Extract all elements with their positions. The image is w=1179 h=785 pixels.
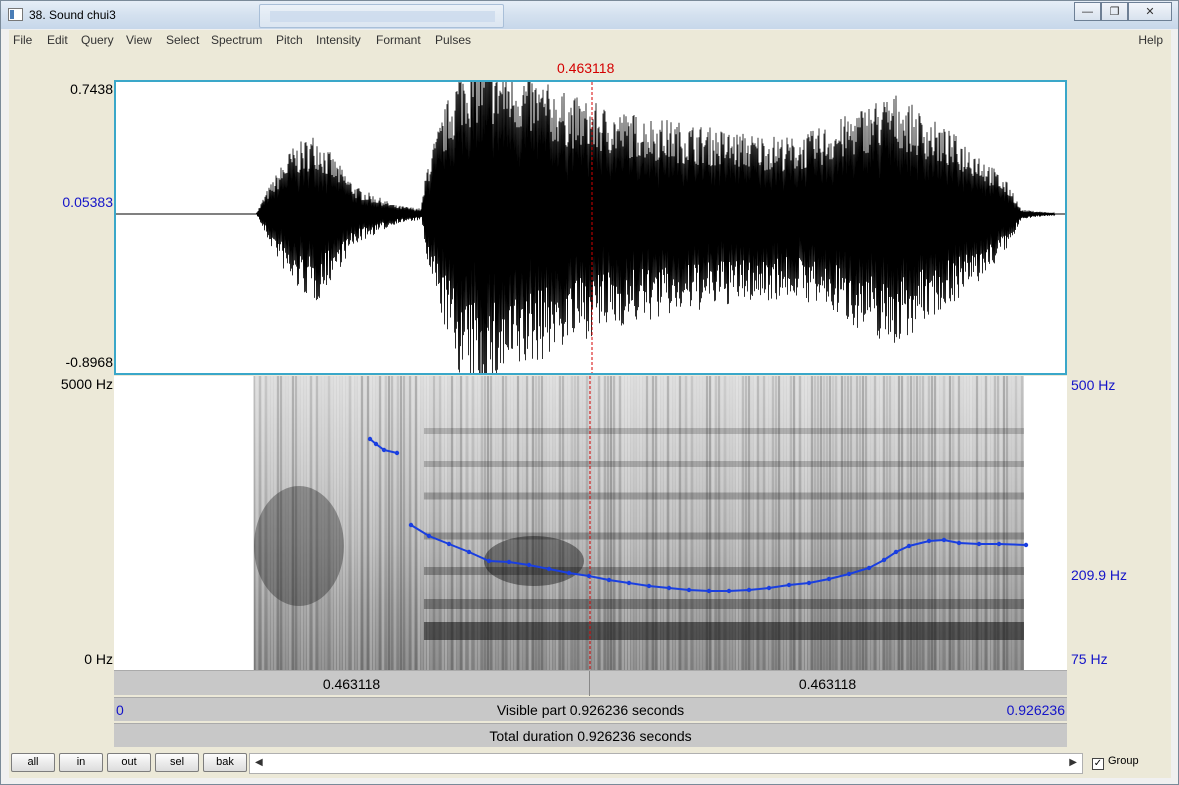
pitch-point [706,588,712,594]
restore-icon[interactable]: ❐ [1101,2,1128,21]
pitch-point [686,587,692,593]
control-strip: all in out sel bak ◀ ▶ ✓ Group [9,750,1171,778]
cursor-time-label: 0.463118 [557,60,615,76]
pitch-point [893,549,899,555]
pitch-point [526,562,532,568]
pitch-point [941,537,947,543]
waveform-plot [116,82,1065,373]
pitch-point [373,441,379,447]
pitch-point [976,541,982,547]
close-icon[interactable]: ✕ [1128,2,1172,21]
pitch-point [466,549,472,555]
formant-band [424,599,1024,609]
app-icon [8,8,23,21]
menu-bar: File Edit Query View Select Spectrum Pit… [9,30,1171,50]
pitch-point [726,588,732,594]
menu-edit[interactable]: Edit [47,33,68,47]
visible-part-label: Visible part 0.926236 seconds [496,702,685,718]
waveform-ycursor-label: 0.05383 [62,194,113,210]
menu-file[interactable]: File [13,33,32,47]
fricative-energy [254,486,344,606]
minimize-icon[interactable]: — [1074,2,1101,21]
zoom-back-button[interactable]: bak [203,753,247,772]
formant-band [424,428,1024,434]
spectrogram-plot [253,376,1029,670]
pitch-point [566,570,572,576]
pitch-point [746,587,752,593]
pitch-point [666,585,672,591]
menu-intensity[interactable]: Intensity [316,33,361,47]
background-window-ghost [259,4,504,28]
pitch-point [906,543,912,549]
menu-view[interactable]: View [126,33,152,47]
pitch-point [486,558,492,564]
menu-pitch[interactable]: Pitch [276,33,303,47]
pitch-point [586,573,592,579]
waveform-ymax-label: 0.7438 [70,81,113,97]
cursor-time-bar[interactable]: 0.463118 0.463118 [114,670,1067,696]
formant-band [424,461,1024,467]
checkmark-icon[interactable]: ✓ [1092,758,1104,770]
title-bar[interactable]: 38. Sound chui3 — ❐ ✕ [1,1,1178,29]
pitch-point [646,583,652,589]
menu-select[interactable]: Select [166,33,199,47]
time-scrollbar[interactable]: ◀ ▶ [249,753,1083,774]
group-label: Group [1108,755,1139,767]
spectrogram-freq-bottom-label: 0 Hz [84,651,113,667]
pitch-point [996,541,1002,547]
pitch-bottom-label: 75 Hz [1071,651,1108,667]
formant-band [424,622,1024,640]
zoom-out-button[interactable]: out [107,753,151,772]
pitch-point [826,576,832,582]
spectrogram-panel[interactable] [114,376,1067,670]
formant-band [424,492,1024,500]
pitch-point [806,580,812,586]
menu-spectrum[interactable]: Spectrum [211,33,262,47]
menu-formant[interactable]: Formant [376,33,421,47]
pitch-point [846,571,852,577]
chevron-left-icon[interactable]: ◀ [255,757,263,768]
pitch-point [506,559,512,565]
zoom-in-button[interactable]: in [59,753,103,772]
pitch-point [786,582,792,588]
pitch-mid-label: 209.9 Hz [1071,567,1128,583]
pitch-point [446,541,452,547]
spectrogram-freq-top-label: 5000 Hz [60,376,113,392]
pitch-point [866,565,872,571]
visible-part-bar[interactable]: 0 Visible part 0.926236 seconds 0.926236 [114,697,1067,721]
right-segment-duration[interactable]: 0.463118 [590,676,1065,692]
zoom-all-button[interactable]: all [11,753,55,772]
pitch-point [394,450,400,456]
menu-pulses[interactable]: Pulses [435,33,471,47]
total-duration-bar[interactable]: Total duration 0.926236 seconds [114,723,1067,747]
waveform-panel[interactable] [114,80,1067,375]
pitch-point [426,533,432,539]
menu-query[interactable]: Query [81,33,114,47]
group-checkbox[interactable]: ✓ Group [1092,755,1139,770]
pitch-point [626,580,632,586]
pitch-point [546,566,552,572]
pitch-top-label: 500 Hz [1071,377,1116,393]
pitch-point [956,540,962,546]
total-duration-label: Total duration 0.926236 seconds [489,728,692,744]
pitch-point [766,585,772,591]
pitch-point [926,538,932,544]
menu-help[interactable]: Help [1138,33,1163,47]
zoom-sel-button[interactable]: sel [155,753,199,772]
window-title: 38. Sound chui3 [29,8,116,22]
waveform-trace [116,82,1065,373]
pitch-point [367,436,373,442]
pitch-point [606,577,612,583]
editor-canvas[interactable]: 0.463118 0.7438 0.05383 -0.8968 5000 Hz … [9,50,1171,750]
pitch-point [881,557,887,563]
pitch-point [1023,542,1029,548]
pitch-point [381,447,387,453]
visible-end-label: 0.926236 [1006,702,1065,718]
praat-sound-window: 38. Sound chui3 — ❐ ✕ File Edit Query Vi… [0,0,1179,785]
left-segment-duration[interactable]: 0.463118 [114,676,589,692]
pitch-point [408,522,414,528]
chevron-right-icon[interactable]: ▶ [1069,757,1077,768]
waveform-ymin-label: -0.8968 [65,354,113,370]
